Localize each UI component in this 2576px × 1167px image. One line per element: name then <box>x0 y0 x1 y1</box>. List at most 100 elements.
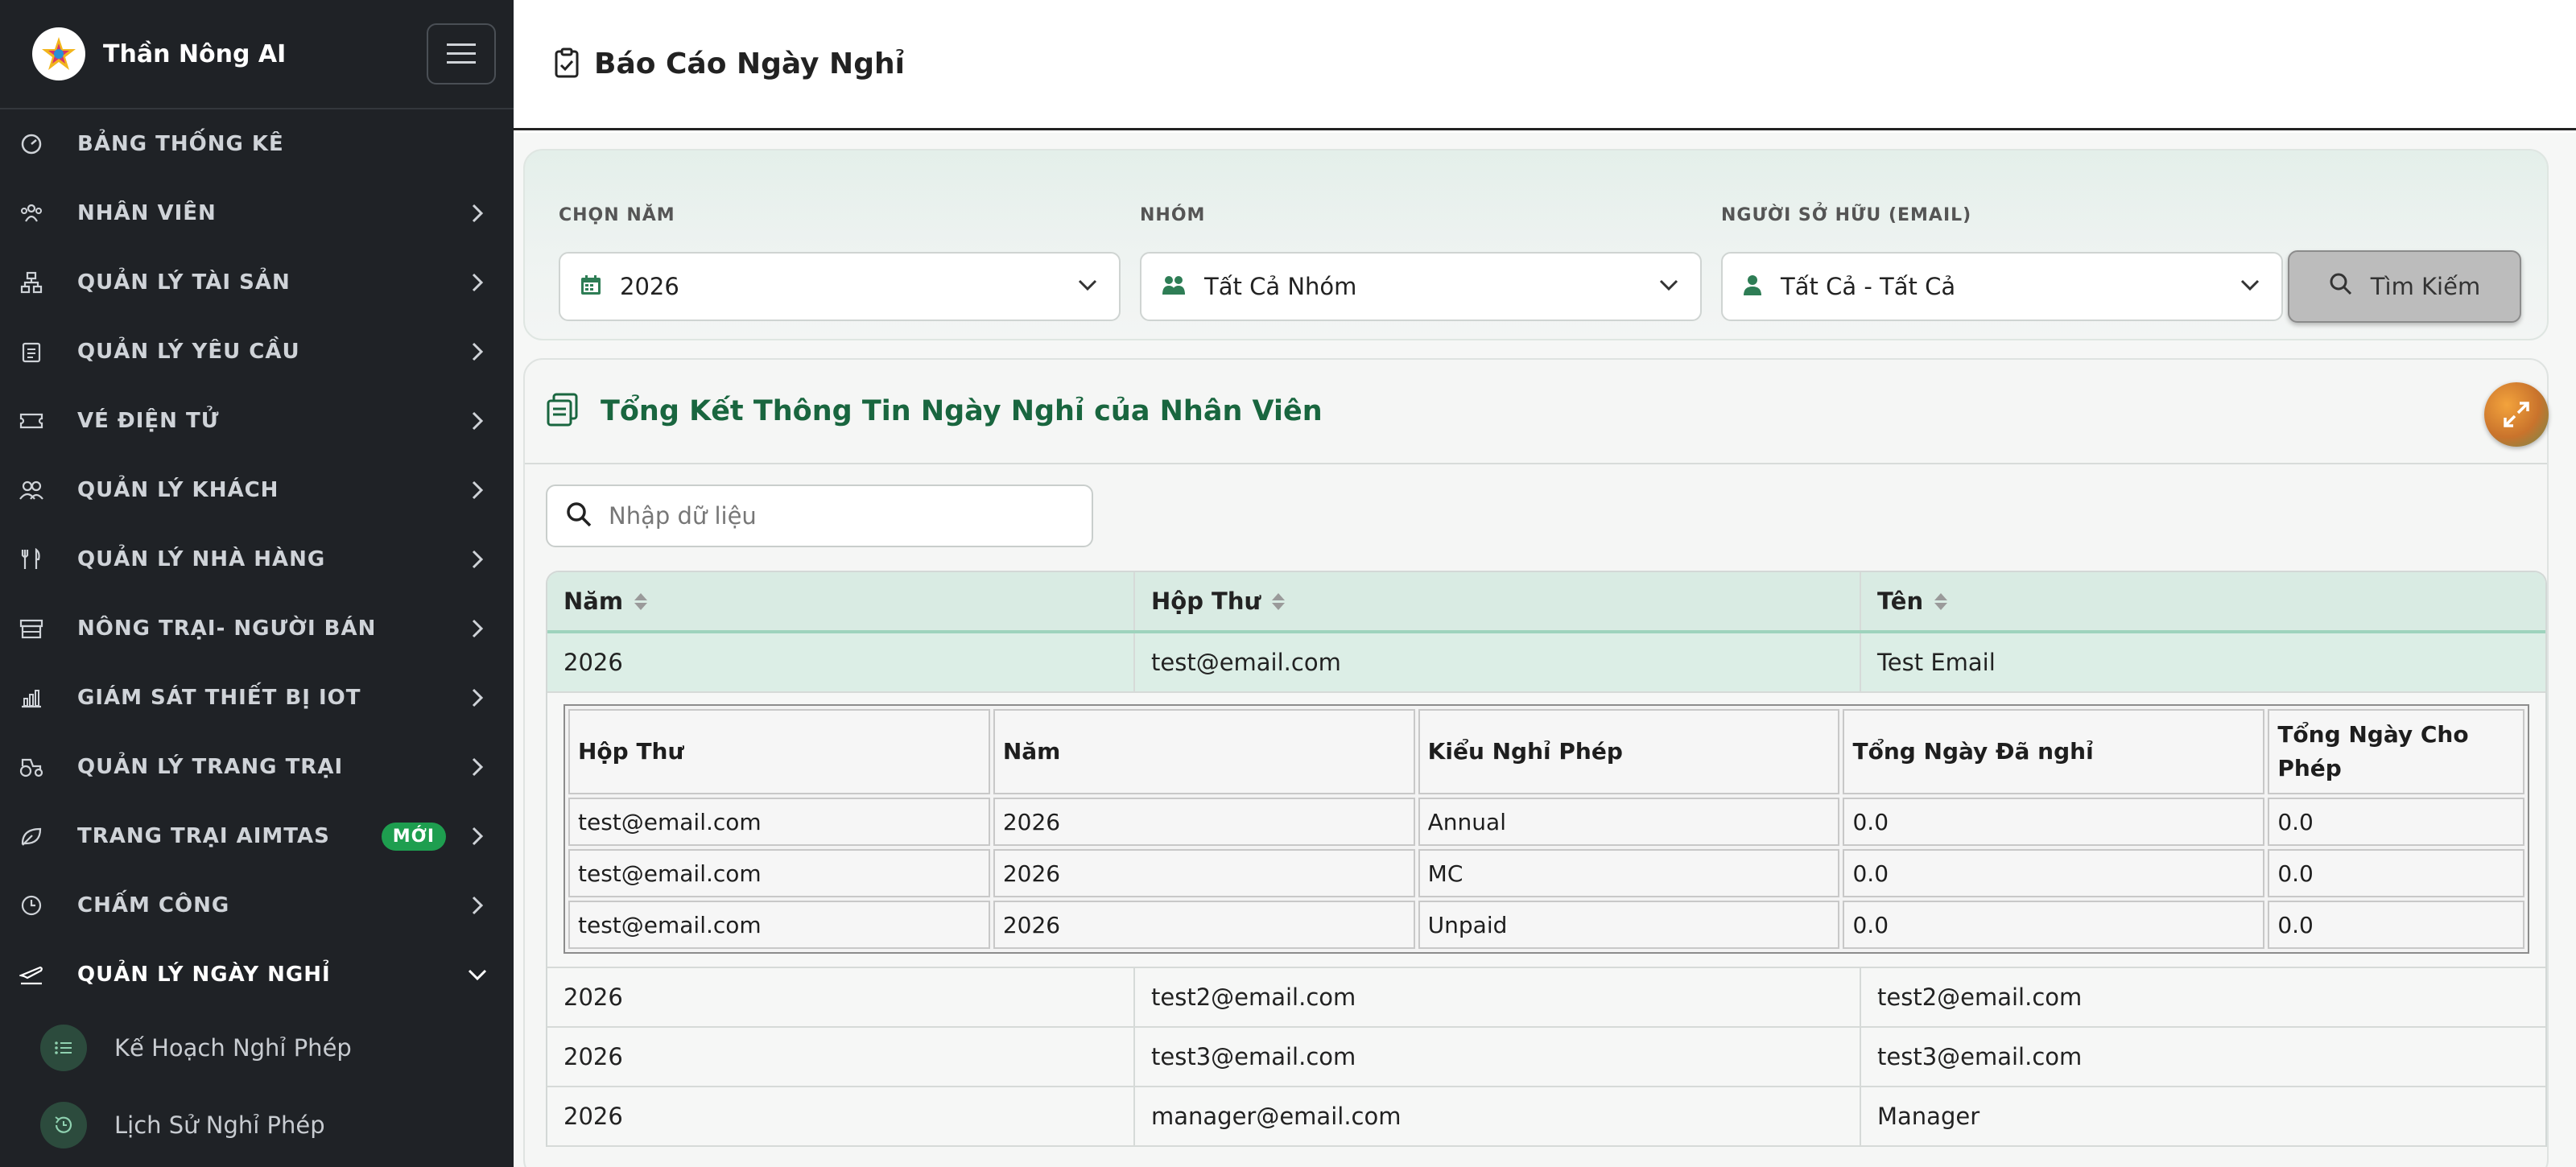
table-search-input[interactable] <box>609 502 1059 530</box>
year-select[interactable]: 2026 <box>559 252 1121 321</box>
sidebar-item-employees[interactable]: NHÂN VIÊN <box>0 179 514 248</box>
sidebar-item-label: GIÁM SÁT THIẾT BỊ IOT <box>77 686 361 710</box>
sort-icon <box>634 592 648 610</box>
sidebar-item-farm[interactable]: QUẢN LÝ TRANG TRẠI <box>0 732 514 802</box>
sidebar-item-farm-sellers[interactable]: NÔNG TRẠI- NGƯỜI BÁN <box>0 594 514 663</box>
cell-name: test3@email.com <box>1877 1043 2083 1070</box>
brand-logo-icon[interactable] <box>32 27 85 80</box>
summary-card-header: Tổng Kết Thông Tin Ngày Nghỉ của Nhân Vi… <box>525 360 2549 464</box>
sidebar-item-dashboard[interactable]: BẢNG THỐNG KÊ <box>0 109 514 179</box>
summary-card: Tổng Kết Thông Tin Ngày Nghỉ của Nhân Vi… <box>523 358 2549 1167</box>
detail-header-taken: Tổng Ngày Đã nghỉ <box>1843 709 2265 794</box>
column-header-year[interactable]: Năm <box>547 572 1135 630</box>
year-filter-label: CHỌN NĂM <box>559 205 675 225</box>
menu-toggle-button[interactable] <box>427 23 496 85</box>
sidebar-nav: BẢNG THỐNG KÊ NHÂN VIÊN QUẢN LÝ TÀI SẢN … <box>0 109 514 1164</box>
chevron-down-icon <box>1658 278 1679 295</box>
page-title: Báo Cáo Ngày Nghỉ <box>594 47 905 80</box>
table-row[interactable]: 2026 test@email.com Test Email <box>547 633 2545 693</box>
users-icon <box>19 478 43 502</box>
sidebar-brand: Thần Nông AI <box>0 0 514 109</box>
clock-icon <box>19 893 43 918</box>
year-select-value: 2026 <box>620 273 679 300</box>
cell-year: 2026 <box>547 1087 1135 1145</box>
chevron-right-icon <box>465 824 489 848</box>
owner-select-value: Tất Cả - Tất Cả <box>1781 273 1956 300</box>
detail-cell-taken: 0.0 <box>1843 901 2265 949</box>
detail-cell-allowed: 0.0 <box>2268 901 2524 949</box>
sidebar-item-label: VÉ ĐIỆN TỬ <box>77 409 220 433</box>
sidebar-item-timekeeping[interactable]: CHẤM CÔNG <box>0 871 514 940</box>
sidebar-item-requests[interactable]: QUẢN LÝ YÊU CẦU <box>0 317 514 386</box>
cell-email: test@email.com <box>1135 633 1861 691</box>
store-icon <box>19 616 43 641</box>
chevron-down-icon <box>2240 278 2260 295</box>
cell-year: 2026 <box>547 1028 1135 1086</box>
detail-cell-type: Unpaid <box>1418 901 1840 949</box>
table-search-box[interactable] <box>546 485 1093 547</box>
table-row[interactable]: 2026 test3@email.com test3@email.com <box>547 1028 2545 1087</box>
sidebar-item-iot[interactable]: GIÁM SÁT THIẾT BỊ IOT <box>0 663 514 732</box>
hamburger-icon <box>447 43 476 64</box>
user-icon <box>1742 274 1763 299</box>
sidebar-subitem-leave-plan[interactable]: Kế Hoạch Nghỉ Phép <box>0 1009 514 1087</box>
sidebar-subitem-label: Lịch Sử Nghỉ Phép <box>114 1111 325 1139</box>
sidebar-item-assets[interactable]: QUẢN LÝ TÀI SẢN <box>0 248 514 317</box>
sidebar-item-label: BẢNG THỐNG KÊ <box>77 132 284 156</box>
ticket-icon <box>19 409 43 433</box>
table-row[interactable]: 2026 manager@email.com Manager <box>547 1087 2545 1147</box>
detail-header-allowed: Tổng Ngày Cho Phép <box>2268 709 2524 794</box>
sidebar-item-leave[interactable]: QUẢN LÝ NGÀY NGHỈ <box>0 940 514 1009</box>
search-button[interactable]: Tìm Kiếm <box>2288 250 2521 323</box>
gauge-icon <box>19 132 43 156</box>
leaf-icon <box>19 824 43 848</box>
cell-name: test2@email.com <box>1877 983 2083 1011</box>
group-filter-label: NHÓM <box>1140 205 1206 225</box>
table-row[interactable]: 2026 test2@email.com test2@email.com <box>547 968 2545 1028</box>
detail-cell-type: MC <box>1418 849 1840 897</box>
column-header-name[interactable]: Tên <box>1861 572 2545 630</box>
detail-cell-email: test@email.com <box>568 798 990 846</box>
group-select[interactable]: Tất Cả Nhóm <box>1140 252 1702 321</box>
column-header-label: Năm <box>564 588 624 615</box>
plane-icon <box>19 963 43 987</box>
column-header-email[interactable]: Hộp Thư <box>1135 572 1861 630</box>
search-button-label: Tìm Kiếm <box>2370 273 2481 300</box>
people-icon <box>19 201 43 225</box>
sort-icon <box>1934 592 1948 610</box>
chevron-right-icon <box>465 270 489 295</box>
sidebar-item-tickets[interactable]: VÉ ĐIỆN TỬ <box>0 386 514 456</box>
row-detail-panel: Hộp Thư Năm Kiểu Nghỉ Phép Tổng Ngày Đã … <box>547 693 2545 968</box>
sidebar-subitem-leave-history[interactable]: Lịch Sử Nghỉ Phép <box>0 1087 514 1164</box>
cell-email: test2@email.com <box>1135 968 1861 1026</box>
detail-cell-taken: 0.0 <box>1843 849 2265 897</box>
chevron-right-icon <box>465 340 489 364</box>
sidebar-item-label: CHẤM CÔNG <box>77 893 230 918</box>
sidebar-item-customers[interactable]: QUẢN LÝ KHÁCH <box>0 456 514 525</box>
sidebar-subitem-label: Kế Hoạch Nghỉ Phép <box>114 1034 352 1062</box>
detail-cell-year: 2026 <box>993 849 1415 897</box>
chevron-right-icon <box>465 686 489 710</box>
chevron-down-icon <box>465 963 489 987</box>
clipboard-check-icon <box>554 47 580 81</box>
chevron-right-icon <box>465 409 489 433</box>
expand-button[interactable] <box>2484 382 2549 447</box>
sidebar-item-aimtas[interactable]: TRANG TRẠI AIMTAS MỚI <box>0 802 514 871</box>
main-content: CHỌN NĂM 2026 NHÓM Tất Cả Nhóm NGƯỜI SỞ … <box>514 133 2576 1167</box>
chevron-right-icon <box>465 616 489 641</box>
sidebar-item-label: QUẢN LÝ YÊU CẦU <box>77 340 300 364</box>
sidebar-item-label: QUẢN LÝ TRANG TRẠI <box>77 755 344 779</box>
sitemap-icon <box>19 270 43 295</box>
sidebar: Thần Nông AI BẢNG THỐNG KÊ NHÂN VIÊN QUẢ… <box>0 0 514 1167</box>
utensils-icon <box>19 547 43 571</box>
list-icon <box>40 1025 87 1071</box>
files-icon <box>546 393 580 430</box>
sort-icon <box>1272 592 1286 610</box>
sidebar-item-restaurant[interactable]: QUẢN LÝ NHÀ HÀNG <box>0 525 514 594</box>
tractor-icon <box>19 755 43 779</box>
summary-card-title: Tổng Kết Thông Tin Ngày Nghỉ của Nhân Vi… <box>601 395 1323 427</box>
owner-filter-label: NGƯỜI SỞ HỮU (EMAIL) <box>1721 205 1972 225</box>
detail-cell-allowed: 0.0 <box>2268 849 2524 897</box>
cell-email: manager@email.com <box>1135 1087 1861 1145</box>
owner-select[interactable]: Tất Cả - Tất Cả <box>1721 252 2283 321</box>
